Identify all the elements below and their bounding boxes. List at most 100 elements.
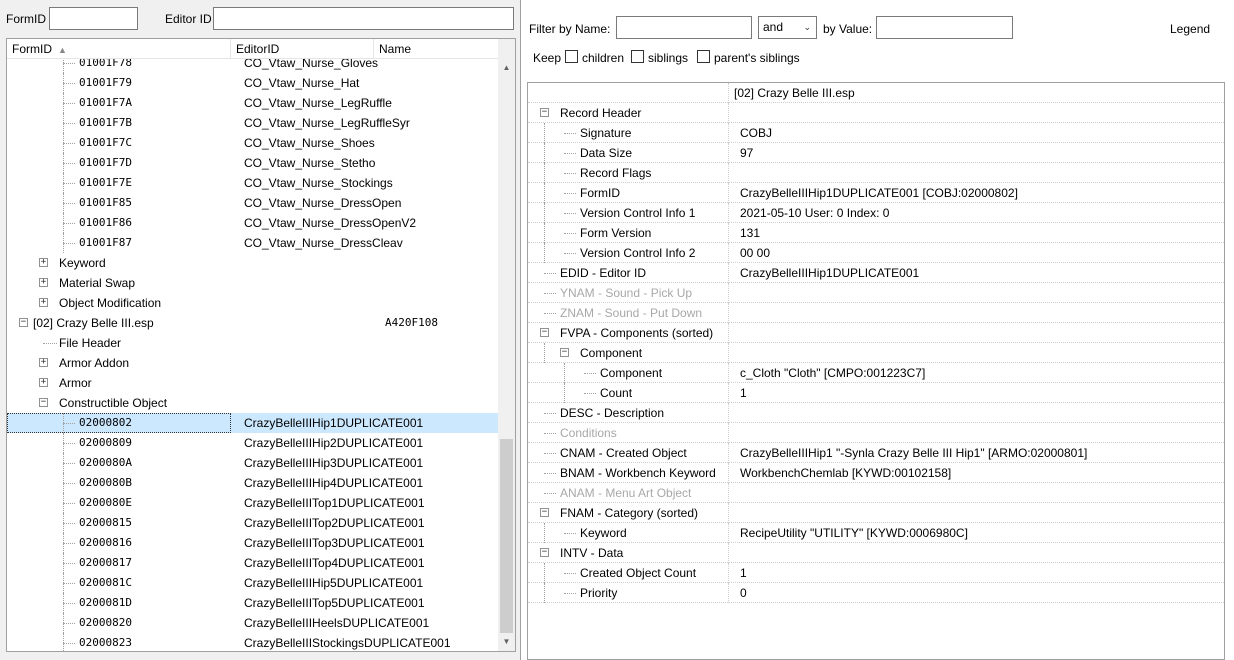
- tree-row[interactable]: 01001F7D CO_Vtaw_Nurse_Stetho: [7, 153, 499, 173]
- record-field-row[interactable]: Count 1: [528, 383, 1224, 403]
- record-field-row[interactable]: BNAM - Workbench Keyword WorkbenchChemlab…: [528, 463, 1224, 483]
- record-field-row[interactable]: − INTV - Data: [528, 543, 1224, 563]
- tree-row[interactable]: 02000802 CrazyBelleIIIHip1DUPLICATE001: [7, 413, 499, 433]
- record-field-row[interactable]: CNAM - Created Object CrazyBelleIIIHip1 "…: [528, 443, 1224, 463]
- tree-vertical-scrollbar[interactable]: ▲ ▼: [498, 39, 515, 651]
- record-field-value: 2021-05-10 User: 0 Index: 0: [740, 206, 890, 220]
- column-header-formid[interactable]: FormID ▲: [7, 39, 231, 59]
- record-field-row[interactable]: YNAM - Sound - Pick Up: [528, 283, 1224, 303]
- tree-line: [564, 153, 576, 154]
- record-field-label: EDID - Editor ID: [560, 266, 647, 280]
- column-header-name[interactable]: Name: [374, 39, 499, 59]
- tree-row[interactable]: 0200081D CrazyBelleIIITop5DUPLICATE001: [7, 593, 499, 613]
- tree-line: [544, 493, 556, 494]
- record-field-row[interactable]: Signature COBJ: [528, 123, 1224, 143]
- legend-button[interactable]: Legend: [1170, 22, 1210, 36]
- record-field-label: FNAM - Category (sorted): [560, 506, 699, 520]
- tree-row[interactable]: File Header: [7, 333, 499, 353]
- record-field-label: CNAM - Created Object: [560, 446, 687, 460]
- collapse-icon[interactable]: −: [560, 348, 569, 357]
- tree-row[interactable]: 01001F7C CO_Vtaw_Nurse_Shoes: [7, 133, 499, 153]
- tree-row[interactable]: 01001F7A CO_Vtaw_Nurse_LegRuffle: [7, 93, 499, 113]
- record-field-row[interactable]: ANAM - Menu Art Object: [528, 483, 1224, 503]
- record-field-row[interactable]: EDID - Editor ID CrazyBelleIIIHip1DUPLICA…: [528, 263, 1224, 283]
- tree-row[interactable]: 02000820 CrazyBelleIIIHeelsDUPLICATE001: [7, 613, 499, 633]
- tree-row[interactable]: 01001F7B CO_Vtaw_Nurse_LegRuffleSyr: [7, 113, 499, 133]
- tree-row[interactable]: 0200081C CrazyBelleIIIHip5DUPLICATE001: [7, 573, 499, 593]
- tree-row-formid: 02000815: [79, 516, 132, 529]
- record-field-row[interactable]: − Record Header: [528, 103, 1224, 123]
- scroll-down-arrow-icon[interactable]: ▼: [498, 633, 515, 650]
- record-field-row[interactable]: Created Object Count 1: [528, 563, 1224, 583]
- chevron-down-icon: ⌄: [803, 22, 811, 32]
- tree-row-name: [385, 293, 497, 313]
- filter-name-input[interactable]: [616, 16, 752, 39]
- editorid-filter-input[interactable]: [213, 7, 514, 30]
- tree-row-formid: 01001F87: [79, 236, 132, 249]
- tree-row[interactable]: + Object Modification: [7, 293, 499, 313]
- tree-line: [564, 233, 576, 234]
- keep-parents-siblings-checkbox[interactable]: [697, 50, 710, 63]
- tree-row-name: [385, 173, 497, 193]
- tree-row[interactable]: 02000809 CrazyBelleIIIHip2DUPLICATE001: [7, 433, 499, 453]
- record-field-row[interactable]: Priority 0: [528, 583, 1224, 603]
- record-field-row[interactable]: Form Version 131: [528, 223, 1224, 243]
- tree-line: [544, 453, 556, 454]
- keep-parents-siblings-label: parent's siblings: [714, 51, 800, 65]
- tree-row[interactable]: + Keyword: [7, 253, 499, 273]
- record-field-row[interactable]: Keyword RecipeUtility "UTILITY" [KYWD:000…: [528, 523, 1224, 543]
- record-field-row[interactable]: − Component: [528, 343, 1224, 363]
- tree-row[interactable]: 02000815 CrazyBelleIIITop2DUPLICATE001: [7, 513, 499, 533]
- keep-children-checkbox[interactable]: [565, 50, 578, 63]
- record-field-row[interactable]: ZNAM - Sound - Put Down: [528, 303, 1224, 323]
- collapse-icon[interactable]: −: [540, 508, 549, 517]
- tree-row[interactable]: 01001F7E CO_Vtaw_Nurse_Stockings: [7, 173, 499, 193]
- tree-row[interactable]: − Constructible Object: [7, 393, 499, 413]
- tree-row[interactable]: 02000816 CrazyBelleIIITop3DUPLICATE001: [7, 533, 499, 553]
- tree-row[interactable]: 01001F85 CO_Vtaw_Nurse_DressOpen: [7, 193, 499, 213]
- tree-row[interactable]: + Armor: [7, 373, 499, 393]
- tree-row[interactable]: 02000817 CrazyBelleIIITop4DUPLICATE001: [7, 553, 499, 573]
- collapse-icon[interactable]: −: [540, 328, 549, 337]
- record-tree[interactable]: 01001F78 CO_Vtaw_Nurse_Gloves 01001F79 CO_V…: [6, 38, 516, 652]
- filter-value-input[interactable]: [876, 16, 1013, 39]
- record-field-row[interactable]: Data Size 97: [528, 143, 1224, 163]
- by-value-label: by Value:: [823, 22, 873, 36]
- record-field-row[interactable]: DESC - Description: [528, 403, 1224, 423]
- tree-row[interactable]: 02000823 CrazyBelleIIIStockingsDUPLICATE0…: [7, 633, 499, 651]
- record-field-row[interactable]: Component c_Cloth "Cloth" [CMPO:001223C7]: [528, 363, 1224, 383]
- tree-line: [564, 253, 576, 254]
- formid-filter-input[interactable]: [49, 7, 138, 30]
- record-view-grid[interactable]: [02] Crazy Belle III.esp − Record Header S…: [527, 82, 1225, 660]
- column-header-editorid[interactable]: EditorID: [231, 39, 374, 59]
- tree-row[interactable]: 0200080A CrazyBelleIIIHip3DUPLICATE001: [7, 453, 499, 473]
- record-field-row[interactable]: Version Control Info 2 00 00: [528, 243, 1224, 263]
- collapse-icon[interactable]: −: [540, 548, 549, 557]
- tree-row-formid: 02000809: [79, 436, 132, 449]
- tree-line: [544, 203, 545, 223]
- record-field-row[interactable]: Version Control Info 1 2021-05-10 User: 0…: [528, 203, 1224, 223]
- tree-line: [544, 123, 545, 143]
- record-field-row[interactable]: FormID CrazyBelleIIIHip1DUPLICATE001 [COB…: [528, 183, 1224, 203]
- filter-operator-select[interactable]: and ⌄: [758, 16, 817, 39]
- tree-row[interactable]: + Armor Addon: [7, 353, 499, 373]
- scrollbar-thumb[interactable]: [500, 439, 513, 633]
- left-pane: FormID Editor ID 01001F78 CO_Vtaw_Nurse_G…: [0, 0, 518, 660]
- tree-row-formid: Keyword: [59, 256, 106, 270]
- record-field-row[interactable]: − FNAM - Category (sorted): [528, 503, 1224, 523]
- scroll-up-arrow-icon[interactable]: ▲: [498, 59, 515, 76]
- record-field-row[interactable]: Conditions: [528, 423, 1224, 443]
- tree-row[interactable]: − [02] Crazy Belle III.esp A420F108: [7, 313, 499, 333]
- collapse-icon[interactable]: −: [540, 108, 549, 117]
- tree-row[interactable]: 0200080B CrazyBelleIIIHip4DUPLICATE001: [7, 473, 499, 493]
- keep-siblings-checkbox[interactable]: [631, 50, 644, 63]
- tree-row[interactable]: 0200080E CrazyBelleIIITop1DUPLICATE001: [7, 493, 499, 513]
- tree-row[interactable]: + Material Swap: [7, 273, 499, 293]
- tree-row[interactable]: 01001F86 CO_Vtaw_Nurse_DressOpenV2: [7, 213, 499, 233]
- record-field-row[interactable]: − FVPA - Components (sorted): [528, 323, 1224, 343]
- tree-row[interactable]: 01001F79 CO_Vtaw_Nurse_Hat: [7, 73, 499, 93]
- record-field-row[interactable]: Record Flags: [528, 163, 1224, 183]
- tree-row[interactable]: 01001F87 CO_Vtaw_Nurse_DressCleav: [7, 233, 499, 253]
- record-field-label: Signature: [580, 126, 632, 140]
- tree-line: [544, 583, 545, 603]
